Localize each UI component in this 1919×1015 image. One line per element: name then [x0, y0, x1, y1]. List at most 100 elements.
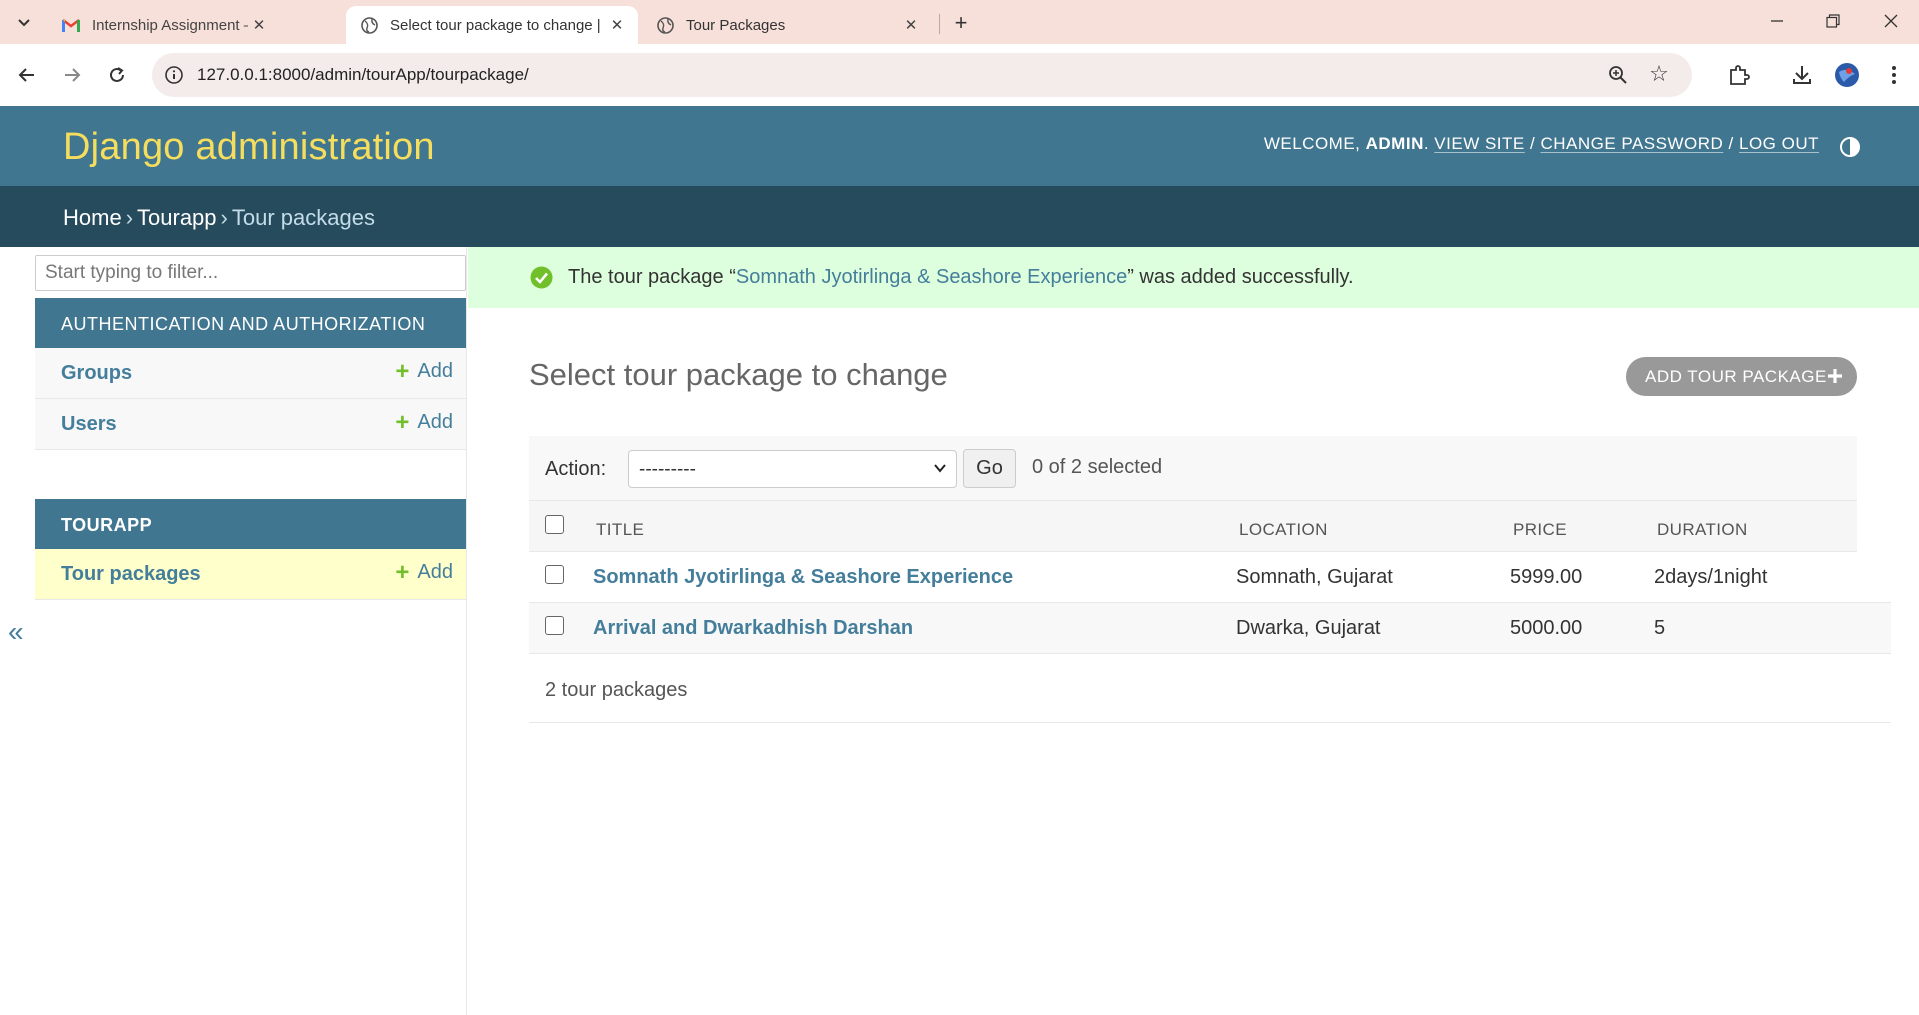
plus-icon: + [395, 357, 410, 385]
add-label: Add [417, 561, 453, 583]
breadcrumb-app[interactable]: Tourapp [137, 205, 217, 230]
more-vertical-icon [1892, 66, 1896, 84]
browser-tab-admin[interactable]: Select tour package to change | ✕ [346, 6, 638, 44]
select-all-checkbox[interactable] [545, 515, 564, 534]
row-duration-cell: 2days/1night [1654, 566, 1768, 588]
row-location-cell: Dwarka, Gujarat [1236, 617, 1381, 639]
row-title-cell: Somnath Jyotirlinga & Seashore Experienc… [593, 566, 1013, 589]
go-button[interactable]: Go [963, 449, 1016, 488]
module-caption-tourapp[interactable]: Tourapp [35, 499, 466, 549]
theme-toggle-icon[interactable] [1839, 136, 1861, 158]
row-title-link[interactable]: Somnath Jyotirlinga & Seashore Experienc… [593, 566, 1013, 588]
tab-separator [939, 14, 940, 34]
message-prefix: The tour package “ [568, 266, 736, 288]
success-message: The tour package “Somnath Jyotirlinga & … [468, 247, 1919, 308]
add-tour-package-link[interactable]: + Add [395, 558, 453, 586]
nav-sidebar: Authentication and Authorization Groups … [35, 247, 467, 1015]
add-user-link[interactable]: + Add [395, 408, 453, 436]
back-button[interactable] [12, 60, 42, 90]
action-label: Action: [545, 458, 607, 480]
arrow-left-icon [18, 68, 34, 82]
success-check-icon [530, 266, 553, 289]
avatar-icon [1835, 63, 1859, 87]
log-out-link[interactable]: Log out [1739, 134, 1819, 153]
close-icon [1884, 14, 1898, 28]
success-message-text: The tour package “Somnath Jyotirlinga & … [568, 266, 1354, 289]
browser-tab-tour-packages[interactable]: Tour Packages ✕ [642, 6, 932, 44]
selection-counter: 0 of 2 selected [1032, 456, 1163, 478]
add-label: Add [417, 411, 453, 433]
download-icon [1793, 66, 1811, 84]
table-header: Title Location Price Duration [529, 500, 1857, 552]
breadcrumb: Home › Tourapp › Tour packages [0, 186, 1919, 247]
module-caption-auth[interactable]: Authentication and Authorization [35, 298, 466, 348]
plus-icon: + [395, 408, 410, 436]
tour-packages-link[interactable]: Tour packages [61, 563, 201, 586]
breadcrumb-home[interactable]: Home [63, 205, 122, 230]
arrow-right-icon [65, 68, 81, 82]
column-header-price[interactable]: Price [1513, 520, 1567, 540]
row-title-link[interactable]: Arrival and Dwarkadhish Darshan [593, 617, 913, 639]
site-branding[interactable]: Django administration [63, 126, 435, 169]
browser-toolbar: 127.0.0.1:8000/admin/tourApp/tourpackage… [0, 44, 1919, 106]
nav-filter-input[interactable] [35, 255, 466, 291]
browser-tab-gmail[interactable]: Internship Assignment – Tour P ✕ [48, 6, 280, 44]
site-info-icon[interactable] [162, 63, 186, 87]
close-icon[interactable]: ✕ [248, 14, 270, 36]
forward-button[interactable] [57, 60, 87, 90]
tab-title: Tour Packages [686, 16, 786, 34]
chevron-down-icon [18, 19, 30, 27]
close-icon[interactable]: ✕ [900, 14, 922, 36]
bookmark-star-icon[interactable]: ☆ [1646, 61, 1672, 87]
browser-tab-bar: Internship Assignment – Tour P ✕ Select … [0, 0, 1919, 44]
row-checkbox[interactable] [545, 565, 564, 584]
downloads-button[interactable] [1787, 60, 1817, 90]
message-suffix: ” was added successfully. [1127, 266, 1354, 288]
zoom-icon[interactable] [1606, 63, 1630, 87]
add-group-link[interactable]: + Add [395, 357, 453, 385]
new-tab-button[interactable]: + [947, 9, 975, 37]
admin-header: Django administration Welcome, admin. Vi… [0, 106, 1919, 186]
browser-menu-button[interactable] [1879, 60, 1909, 90]
profile-avatar[interactable] [1832, 60, 1862, 90]
row-checkbox[interactable] [545, 616, 564, 635]
result-count: 2 tour packages [545, 679, 688, 701]
add-tour-package-button[interactable]: Add tour package [1626, 357, 1857, 396]
extensions-button[interactable] [1724, 60, 1754, 90]
column-header-duration[interactable]: Duration [1657, 520, 1748, 540]
column-header-location[interactable]: Location [1239, 520, 1328, 540]
close-icon[interactable]: ✕ [606, 14, 628, 36]
username: admin [1365, 134, 1424, 153]
reload-icon [110, 67, 124, 82]
sidebar-item-tour-packages: Tour packages + Add [35, 549, 466, 600]
users-link[interactable]: Users [61, 413, 117, 436]
row-price-cell: 5000.00 [1510, 617, 1583, 639]
message-object-link[interactable]: Somnath Jyotirlinga & Seashore Experienc… [736, 266, 1127, 288]
address-bar[interactable]: 127.0.0.1:8000/admin/tourApp/tourpackage… [152, 53, 1692, 97]
row-location-cell: Somnath, Gujarat [1236, 566, 1393, 588]
row-duration-cell: 5 [1654, 617, 1666, 639]
url-text[interactable]: 127.0.0.1:8000/admin/tourApp/tourpackage… [197, 65, 529, 85]
close-window-button[interactable] [1876, 8, 1906, 34]
gmail-icon [62, 16, 80, 34]
globe-icon [360, 16, 378, 34]
sidebar-item-groups: Groups + Add [35, 348, 466, 399]
minimize-button[interactable] [1762, 8, 1792, 34]
puzzle-icon [1730, 65, 1750, 85]
tab-title: Internship Assignment – Tour P [92, 16, 248, 34]
plus-icon: + [395, 558, 410, 586]
restore-button[interactable] [1818, 8, 1848, 34]
view-site-link[interactable]: View site [1434, 134, 1524, 153]
change-password-link[interactable]: Change password [1540, 134, 1723, 153]
reload-button[interactable] [102, 60, 132, 90]
user-tools: Welcome, admin. View site / Change passw… [1263, 134, 1819, 153]
tab-title: Select tour package to change | [390, 16, 601, 34]
groups-link[interactable]: Groups [61, 362, 132, 385]
action-select[interactable]: --------- [628, 450, 957, 488]
column-header-title[interactable]: Title [596, 520, 644, 540]
breadcrumb-current: Tour packages [231, 205, 375, 230]
sidebar-collapse-toggle[interactable]: « [8, 616, 24, 648]
tab-search-button[interactable] [10, 8, 38, 36]
table-row: Somnath Jyotirlinga & Seashore Experienc… [529, 552, 1891, 603]
welcome-text: Welcome, [1263, 134, 1361, 153]
